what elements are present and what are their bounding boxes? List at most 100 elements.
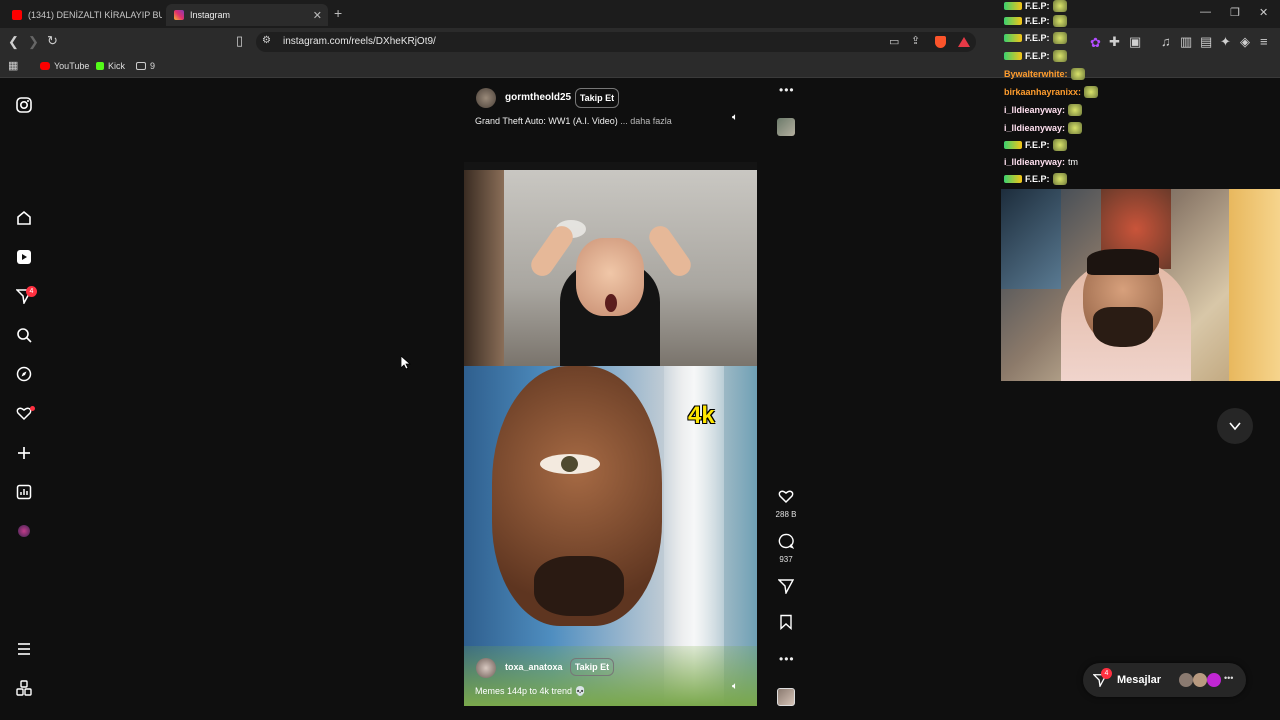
chat-username: F.E.P: [1025,33,1050,43]
chat-emote-icon [1068,122,1083,134]
profile-avatar[interactable] [14,521,34,541]
chat-badge-icon [1004,17,1022,25]
new-tab-button[interactable]: + [334,5,342,21]
chat-username: Bywalterwhite: [1004,69,1068,79]
vpn-icon[interactable]: ◈ [1240,34,1250,50]
create-icon[interactable] [14,443,34,463]
comment-count: 937 [779,555,793,564]
tab-title: (1341) DENİZALTI KİRALAYIP BUZULL [28,10,162,20]
extension-icon[interactable]: ✿ [1090,35,1101,51]
bookmark-kick[interactable]: Kick [96,61,125,71]
audio-thumbnail[interactable] [777,118,795,136]
brave-rewards-icon[interactable] [958,37,970,47]
more-options-icon[interactable]: ••• [779,83,795,97]
more-contacts-icon: ••• [1224,673,1234,683]
chat-username: F.E.P: [1025,51,1050,61]
chat-emote-icon [1052,15,1067,27]
chat-message: i_lldieanyway: tm [1004,157,1078,167]
chat-message: F.E.P: [1004,139,1067,151]
chat-emote-icon [1052,0,1067,12]
bookmark-label: 9 [150,61,156,71]
leo-ai-icon[interactable]: ✦ [1220,34,1231,50]
explore-icon[interactable] [14,364,34,384]
tab-instagram[interactable]: Instagram ✕ [166,4,328,26]
mute-icon[interactable]: 🔈︎ [732,681,738,692]
menu-icon[interactable]: ≡ [1260,34,1268,49]
url-text[interactable]: instagram.com/reels/DXheKRjOt9/ [283,36,436,47]
save-icon[interactable] [775,614,797,635]
like-icon[interactable] [775,488,797,509]
reel-video[interactable]: 4k toxa_anatoxa Takip Et Memes 144p to 4… [464,162,757,706]
more-menu-icon[interactable] [14,639,34,659]
meta-apps-icon[interactable] [14,678,34,698]
apps-grid-icon[interactable]: ▦ [8,59,18,72]
mute-icon[interactable]: 🔈︎ [732,112,738,123]
sidebar-icon[interactable]: ▥ [1180,34,1192,50]
follow-button[interactable]: Takip Et [570,658,614,676]
previous-reel-info: gormtheold25 Takip Et Grand Theft Auto: … [464,82,757,138]
restore-button[interactable]: ❐ [1230,6,1240,19]
brave-shield-icon[interactable] [935,36,946,48]
bookmark-label: Kick [108,61,126,71]
cast-icon[interactable]: ▭ [889,35,899,48]
forward-icon[interactable]: ❯ [28,34,39,50]
chat-username: F.E.P: [1025,140,1050,150]
wallet-icon[interactable]: ▤ [1200,34,1212,50]
chat-badge-icon [1004,175,1022,183]
more-link[interactable]: ... daha fazla [620,116,672,126]
screenshot-icon[interactable]: ▣ [1129,34,1141,50]
next-reel-button[interactable] [1217,408,1253,444]
bookmark-youtube[interactable]: YouTube [40,61,89,71]
chat-text: tm [1068,157,1079,167]
chat-badge-icon [1004,34,1022,42]
activity-dot [30,406,35,411]
bookmarks-bar [0,56,1280,78]
messages-button[interactable]: 4 Mesajlar ••• [1083,663,1246,697]
tab-youtube[interactable]: (1341) DENİZALTI KİRALAYIP BUZULL [4,4,162,26]
share-icon[interactable] [775,578,797,599]
media-icon[interactable]: ♫ [1161,34,1171,49]
close-tab-icon[interactable]: ✕ [313,9,322,22]
follow-button[interactable]: Takip Et [575,88,619,108]
share-icon[interactable]: ⇪ [911,34,920,47]
chat-message: F.E.P: [1004,32,1067,44]
comment-icon[interactable] [775,533,797,554]
kick-icon [96,62,104,70]
chat-emote-icon [1052,139,1067,151]
instagram-logo-icon[interactable] [14,95,34,115]
user-avatar[interactable] [476,88,496,108]
chat-emote-icon [1052,173,1067,185]
messages-badge: 4 [1101,668,1112,679]
bookmark-icon[interactable]: ▯ [236,33,243,49]
site-settings-icon[interactable]: ⚙ [262,35,271,46]
chat-username: i_lldieanyway: [1004,157,1066,167]
chat-badge-icon [1004,52,1022,60]
dashboard-icon[interactable] [14,482,34,502]
user-avatar[interactable] [476,658,496,678]
folder-icon [136,62,146,70]
reload-icon[interactable]: ↻ [47,33,58,49]
bookmark-folder[interactable]: 9 [136,61,155,71]
home-icon[interactable] [14,208,34,228]
chat-username: birkaanhayranixx: [1004,87,1082,97]
minimize-button[interactable]: — [1200,6,1211,18]
audio-thumbnail[interactable] [777,688,795,706]
username[interactable]: gormtheold25 [505,92,571,103]
contact-avatar [1179,673,1193,687]
like-count: 288 B [775,510,797,519]
mouse-cursor-icon [400,355,412,375]
reels-icon[interactable] [14,247,34,267]
back-icon[interactable]: ❮ [8,34,19,50]
close-window-button[interactable]: ✕ [1259,6,1268,19]
username[interactable]: toxa_anatoxa [505,662,563,672]
chat-message: i_lldieanyway: [1004,122,1083,134]
chat-username: F.E.P: [1025,1,1050,11]
overlay-text: 4k [688,402,715,429]
youtube-icon [12,10,22,20]
more-options-icon[interactable]: ••• [779,652,795,666]
extensions-puzzle-icon[interactable]: ✚ [1109,34,1120,50]
contact-avatar [1193,673,1207,687]
search-icon[interactable] [14,325,34,345]
chat-emote-icon [1084,86,1099,98]
chat-emote-icon [1068,104,1083,116]
